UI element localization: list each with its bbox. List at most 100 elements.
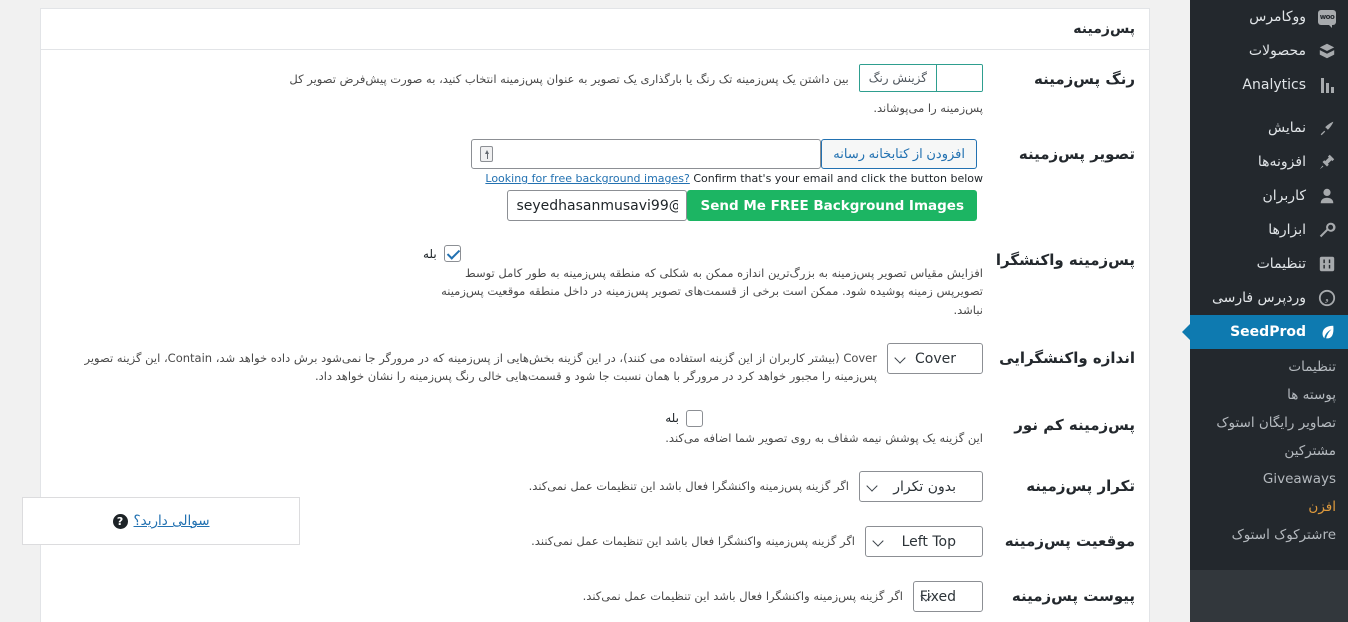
sidebar-item-label: ابزارها bbox=[1268, 222, 1306, 238]
dim-background-description: این گزینه یک پوشش نیمه شفاف به روی تصویر… bbox=[665, 430, 983, 445]
dim-background-checkbox-label: بله bbox=[665, 411, 679, 426]
responsive-size-select[interactable]: Cover bbox=[887, 343, 983, 375]
sidebar-item-label: Analytics bbox=[1242, 77, 1306, 93]
free-images-form: Send Me FREE Background Images bbox=[507, 190, 983, 221]
label-background-color: رنگ پس‌زمینه bbox=[1034, 70, 1135, 88]
control-responsive-size: Cover Cover (بیشتر کاربران از این گزینه … bbox=[55, 343, 983, 386]
background-attachment-select-wrap: Fixed bbox=[913, 581, 983, 613]
sidebar-item-users[interactable]: کاربران bbox=[1190, 179, 1348, 213]
chevron-down-icon bbox=[922, 594, 930, 602]
background-position-value: Left Top bbox=[901, 533, 956, 550]
label-responsive-background: پس‌زمینه واکنشگرا bbox=[995, 251, 1135, 269]
responsive-size-description: Cover (بیشتر کاربران از این گزینه استفاد… bbox=[84, 351, 877, 383]
submenu-item-subscribers[interactable]: مشترکین bbox=[1190, 437, 1348, 465]
sidebar-item-label: ووکامرس bbox=[1249, 9, 1306, 25]
submenu-item-free-stock-images[interactable]: تصاویر رایگان استوک bbox=[1190, 409, 1348, 437]
chevron-down-icon bbox=[868, 484, 876, 492]
background-image-input[interactable] bbox=[471, 139, 822, 169]
sidebar-item-label: تنظیمات bbox=[1256, 256, 1306, 272]
sidebar-item-label: SeedProd bbox=[1230, 324, 1306, 340]
dim-background-checkbox[interactable] bbox=[686, 409, 703, 427]
label-responsive-size: اندازه واکنشگرایی bbox=[999, 349, 1135, 368]
sidebar-footer-area bbox=[1190, 570, 1348, 622]
chevron-down-icon bbox=[874, 539, 882, 547]
background-color-description: بین داشتن یک پس‌زمینه تک رنگ یا بارگذاری… bbox=[289, 72, 849, 86]
sidebar-item-seedprod[interactable]: SeedProd bbox=[1182, 315, 1348, 349]
submenu-item-stock-share[interactable]: reشترکوک استوک bbox=[1190, 521, 1348, 549]
background-color-subnote: پس‌زمینه را می‌پوشاند. bbox=[873, 101, 983, 115]
main-content: پس‌زمینه رنگ پس‌زمینه گزینش رنگ پس‌زمینه… bbox=[0, 0, 1190, 622]
help-link[interactable]: سوالی دارید؟ bbox=[134, 513, 210, 529]
sidebar-item-label: محصولات bbox=[1248, 43, 1306, 59]
responsive-background-checkbox[interactable] bbox=[443, 245, 461, 262]
appearance-brush-icon bbox=[1316, 117, 1338, 139]
label-dim-background: پس‌زمینه کم نور bbox=[1014, 415, 1135, 434]
woo-badge-icon: woo bbox=[1316, 6, 1338, 28]
sidebar-item-analytics[interactable]: Analytics bbox=[1190, 68, 1348, 102]
row-responsive-background: پس‌زمینه واکنشگرا بله افزایش مقیاس تصویر… bbox=[55, 231, 1135, 329]
sidebar-item-appearance[interactable]: نمایش bbox=[1190, 111, 1348, 145]
row-background-image: تصویر پس‌زمینه افزودن از کتابخانه رسانه … bbox=[55, 125, 1135, 231]
row-dim-background: پس‌زمینه کم نور بله این گزینه یک پوشش نی… bbox=[55, 396, 1135, 457]
submenu-item-themes[interactable]: پوسته ها bbox=[1190, 381, 1348, 409]
background-attachment-select[interactable]: Fixed bbox=[913, 581, 983, 613]
seedprod-leaf-icon bbox=[1316, 321, 1338, 343]
sidebar-item-label: افزونه‌ها bbox=[1257, 154, 1306, 170]
control-responsive-background: بله افزایش مقیاس تصویر پس‌زمینه به بزرگ‌… bbox=[55, 245, 983, 319]
sidebar-separator bbox=[1190, 102, 1348, 111]
wp-farsi-icon: و bbox=[1316, 287, 1338, 309]
color-picker-label: گزینش رنگ bbox=[859, 65, 937, 91]
control-dim-background: بله این گزینه یک پوشش نیمه شفاف به روی ت… bbox=[55, 409, 983, 447]
background-position-select-wrap: Left Top bbox=[865, 526, 983, 558]
background-repeat-value: بدون تکرار bbox=[893, 478, 956, 495]
color-picker[interactable]: گزینش رنگ bbox=[858, 64, 983, 92]
products-box-icon bbox=[1316, 40, 1338, 62]
responsive-background-checkbox-label: بله bbox=[423, 246, 437, 261]
settings-sliders-icon bbox=[1316, 253, 1338, 275]
chevron-down-icon bbox=[896, 356, 904, 364]
send-free-background-images-button[interactable]: Send Me FREE Background Images bbox=[687, 190, 977, 221]
responsive-background-group: بله افزایش مقیاس تصویر پس‌زمینه به بزرگ‌… bbox=[423, 245, 983, 319]
tools-wrench-icon bbox=[1316, 219, 1338, 241]
add-from-media-library-button[interactable]: افزودن از کتابخانه رسانه bbox=[821, 139, 977, 169]
question-mark-icon: ? bbox=[112, 513, 128, 529]
control-background-image: افزودن از کتابخانه رسانه Looking for fre… bbox=[55, 139, 983, 221]
background-position-select[interactable]: Left Top bbox=[865, 526, 983, 558]
media-upload-group: افزودن از کتابخانه رسانه Looking for fre… bbox=[471, 139, 983, 221]
svg-text:و: و bbox=[1324, 294, 1328, 303]
sidebar-item-products[interactable]: محصولات bbox=[1190, 34, 1348, 68]
background-repeat-description: اگر گزینه پس‌زمینه واکنشگرا فعال باشد ای… bbox=[528, 479, 849, 494]
plugins-plug-icon bbox=[1316, 151, 1338, 173]
responsive-background-description: افزایش مقیاس تصویر پس‌زمینه به بزرگ‌ترین… bbox=[441, 266, 983, 317]
free-images-link[interactable]: Looking for free background images? bbox=[485, 172, 689, 185]
sidebar-item-label: نمایش bbox=[1267, 120, 1306, 136]
admin-screen: پس‌زمینه رنگ پس‌زمینه گزینش رنگ پس‌زمینه… bbox=[0, 0, 1348, 622]
submenu-item-giveaways[interactable]: Giveaways bbox=[1190, 465, 1348, 493]
background-attachment-description: اگر گزینه پس‌زمینه واکنشگرا فعال باشد ای… bbox=[582, 589, 903, 604]
seedprod-submenu: تنظیمات پوسته ها تصاویر رایگان استوک مشت… bbox=[1190, 349, 1348, 549]
dim-background-group: بله این گزینه یک پوشش نیمه شفاف به روی ت… bbox=[665, 409, 983, 447]
submenu-item-addon[interactable]: افزن bbox=[1190, 493, 1348, 521]
panel-title: پس‌زمینه bbox=[41, 9, 1149, 50]
responsive-size-value: Cover bbox=[915, 350, 956, 367]
sidebar-item-settings[interactable]: تنظیمات bbox=[1190, 247, 1348, 281]
free-images-note: Looking for free background images? Conf… bbox=[471, 172, 983, 185]
submenu-item-settings[interactable]: تنظیمات bbox=[1190, 353, 1348, 381]
color-swatch[interactable] bbox=[937, 65, 982, 91]
label-background-repeat: تکرار پس‌زمینه bbox=[1026, 477, 1135, 496]
label-background-image: تصویر پس‌زمینه bbox=[1018, 145, 1135, 163]
sidebar-item-plugins[interactable]: افزونه‌ها bbox=[1190, 145, 1348, 179]
dim-background-checkbox-line: بله bbox=[665, 409, 703, 427]
sidebar-item-wp-farsi[interactable]: و وردپرس فارسی bbox=[1190, 281, 1348, 315]
upload-icon bbox=[480, 146, 494, 162]
help-box[interactable]: سوالی دارید؟ ? bbox=[22, 497, 300, 545]
users-person-icon bbox=[1316, 185, 1338, 207]
row-responsive-size: اندازه واکنشگرایی Cover Cover (بیشتر کار… bbox=[55, 329, 1135, 396]
control-background-color: گزینش رنگ پس‌زمینه را می‌پوشاند. بین داش… bbox=[55, 64, 983, 115]
background-repeat-select[interactable]: بدون تکرار bbox=[859, 471, 983, 503]
sidebar-item-woocommerce[interactable]: woo ووکامرس bbox=[1190, 0, 1348, 34]
email-field[interactable] bbox=[507, 190, 688, 221]
sidebar-item-tools[interactable]: ابزارها bbox=[1190, 213, 1348, 247]
sidebar-item-label: وردپرس فارسی bbox=[1211, 290, 1306, 306]
responsive-size-select-wrap: Cover bbox=[887, 343, 983, 375]
